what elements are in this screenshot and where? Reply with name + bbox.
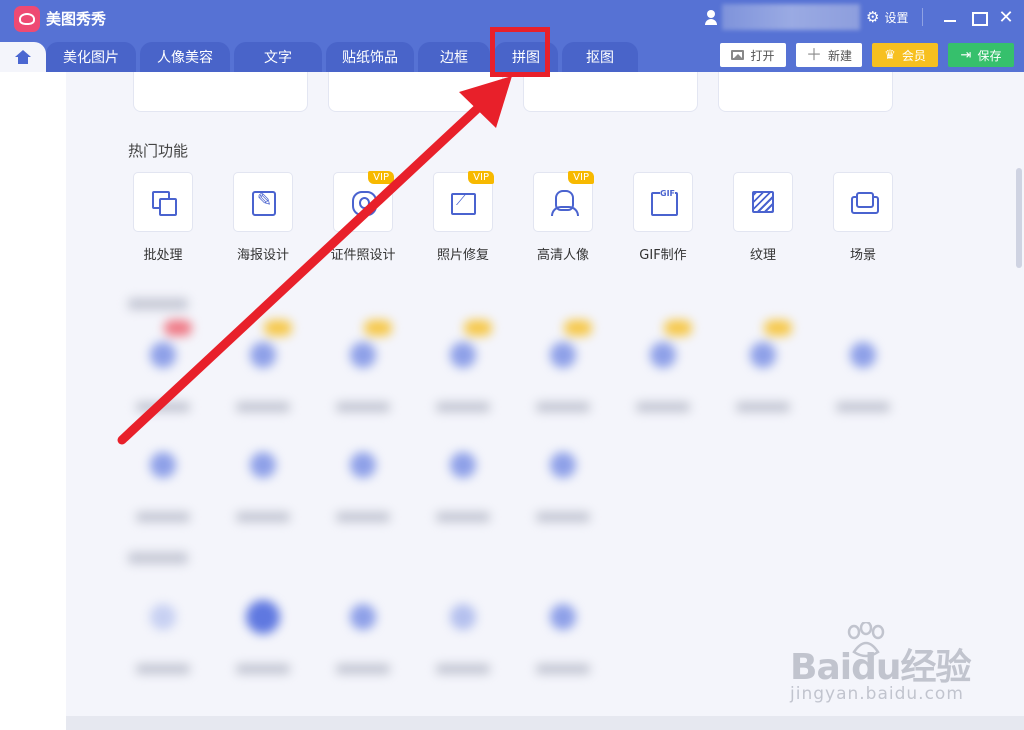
top-card[interactable] bbox=[523, 72, 698, 112]
feature-label: 证件照设计 bbox=[330, 248, 396, 263]
top-card[interactable] bbox=[718, 72, 893, 112]
new-button[interactable]: ＋ 新建 bbox=[796, 43, 862, 67]
texture-icon bbox=[752, 191, 774, 213]
poster-icon bbox=[250, 189, 276, 216]
tab-stickers[interactable]: 贴纸饰品 bbox=[326, 42, 414, 72]
feature-label: 场景 bbox=[849, 248, 876, 263]
close-button[interactable]: ✕ bbox=[996, 8, 1016, 28]
bottom-bar bbox=[66, 716, 1024, 730]
watermark-url: jingyan.baidu.com bbox=[790, 684, 964, 704]
section-title-hot: 热门功能 bbox=[128, 142, 189, 160]
gear-icon: ⚙ bbox=[866, 8, 880, 26]
tab-portrait[interactable]: 人像美容 bbox=[140, 42, 230, 72]
blurred-item bbox=[228, 310, 298, 420]
blurred-item bbox=[328, 572, 398, 682]
blurred-item bbox=[428, 572, 498, 682]
vip-badge: VIP bbox=[368, 171, 394, 184]
feature-photo-repair[interactable]: VIP 照片修复 bbox=[433, 171, 494, 263]
top-card[interactable] bbox=[328, 72, 503, 112]
minimize-button[interactable] bbox=[940, 8, 960, 28]
blurred-item bbox=[228, 572, 298, 682]
tab-cutout[interactable]: 抠图 bbox=[562, 42, 638, 72]
vip-button[interactable]: ♛ 会员 bbox=[872, 43, 938, 67]
blurred-item bbox=[428, 420, 498, 530]
image-icon bbox=[731, 50, 745, 60]
open-label: 打开 bbox=[750, 48, 775, 63]
gif-icon bbox=[650, 189, 678, 216]
feature-gif[interactable]: GIF制作 bbox=[633, 172, 693, 263]
watermark: Baidu经验 jingyan.baidu.com bbox=[790, 622, 1020, 712]
vip-label: 会员 bbox=[901, 48, 926, 63]
left-panel bbox=[0, 72, 66, 730]
photo-repair-icon bbox=[450, 189, 476, 215]
blurred-section-title bbox=[128, 298, 188, 310]
tab-home[interactable] bbox=[0, 42, 46, 72]
new-label: 新建 bbox=[828, 48, 853, 63]
blurred-item bbox=[428, 310, 498, 420]
feature-hd-portrait[interactable]: VIP 高清人像 bbox=[533, 171, 594, 263]
blurred-item bbox=[328, 310, 398, 420]
plus-icon: ＋ bbox=[805, 45, 822, 64]
save-label: 保存 bbox=[977, 48, 1002, 63]
blurred-item bbox=[128, 572, 198, 682]
blurred-item bbox=[528, 572, 598, 682]
batch-icon bbox=[150, 189, 177, 216]
crown-icon: ♛ bbox=[884, 47, 896, 63]
vip-badge: VIP bbox=[568, 171, 594, 184]
blurred-item bbox=[228, 420, 298, 530]
blurred-item bbox=[728, 310, 798, 420]
feature-label: 高清人像 bbox=[536, 248, 589, 263]
feature-label: 批处理 bbox=[143, 248, 183, 263]
user-name-blurred[interactable] bbox=[722, 4, 860, 30]
feature-label: 海报设计 bbox=[236, 248, 289, 263]
feature-label: GIF制作 bbox=[639, 248, 687, 263]
feature-poster[interactable]: 海报设计 bbox=[233, 172, 293, 263]
blurred-item bbox=[528, 420, 598, 530]
feature-id-photo[interactable]: VIP 证件照设计 bbox=[330, 171, 396, 263]
feature-label: 照片修复 bbox=[436, 248, 489, 263]
vip-badge: VIP bbox=[468, 171, 494, 184]
blurred-section-title bbox=[128, 552, 188, 564]
feature-texture[interactable]: 纹理 bbox=[733, 172, 793, 263]
blurred-item bbox=[528, 310, 598, 420]
scrollbar[interactable] bbox=[1016, 168, 1022, 268]
scene-icon bbox=[850, 189, 879, 215]
blurred-item bbox=[628, 310, 698, 420]
feature-label: 纹理 bbox=[749, 248, 776, 263]
open-button[interactable]: 打开 bbox=[720, 43, 786, 67]
tab-text[interactable]: 文字 bbox=[234, 42, 322, 72]
blurred-item bbox=[328, 420, 398, 530]
watermark-brand: Baidu经验 bbox=[790, 647, 971, 688]
hd-portrait-icon bbox=[550, 189, 579, 216]
tab-frames[interactable]: 边框 bbox=[418, 42, 490, 72]
save-button[interactable]: ⇥ 保存 bbox=[948, 43, 1014, 67]
blurred-item bbox=[128, 420, 198, 530]
app-name: 美图秀秀 bbox=[46, 10, 107, 28]
divider bbox=[922, 8, 923, 26]
feature-batch[interactable]: 批处理 bbox=[133, 172, 193, 263]
home-icon bbox=[15, 50, 31, 64]
settings-button[interactable]: ⚙ 设置 bbox=[866, 9, 908, 26]
export-icon: ⇥ bbox=[960, 47, 972, 63]
settings-label: 设置 bbox=[884, 11, 909, 25]
blurred-item bbox=[128, 310, 198, 420]
highlight-box bbox=[490, 27, 550, 77]
maximize-button[interactable] bbox=[968, 8, 988, 28]
top-card[interactable] bbox=[133, 72, 308, 112]
blurred-item bbox=[828, 310, 898, 420]
tab-beautify[interactable]: 美化图片 bbox=[46, 42, 136, 72]
feature-scene[interactable]: 场景 bbox=[833, 172, 893, 263]
id-photo-icon bbox=[350, 189, 377, 216]
user-icon[interactable] bbox=[704, 10, 718, 26]
app-logo-icon bbox=[14, 6, 40, 32]
